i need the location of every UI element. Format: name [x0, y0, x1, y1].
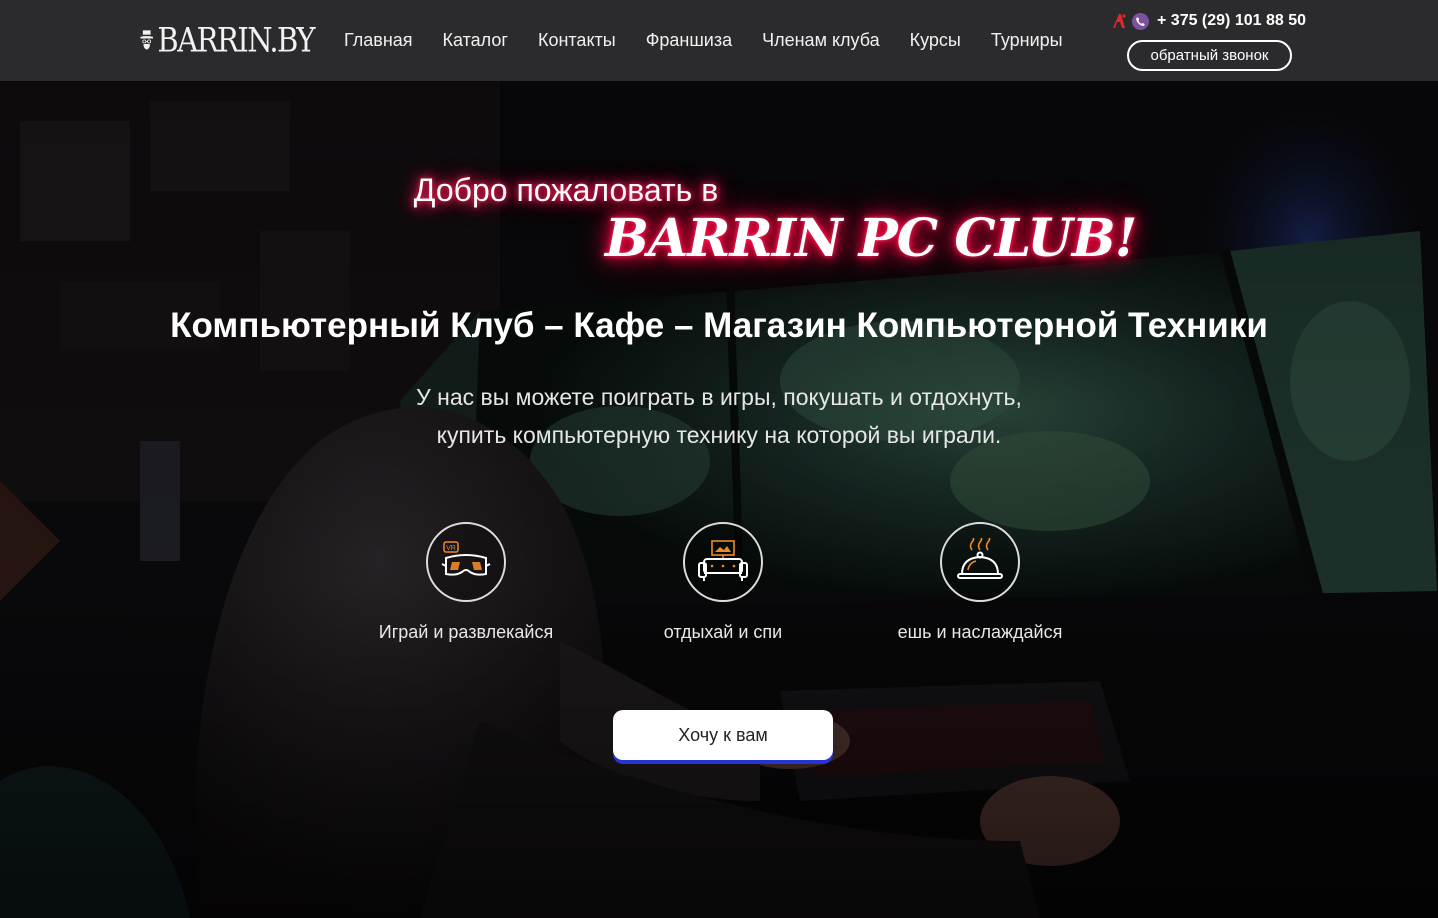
- sofa-icon: [698, 540, 748, 581]
- hero-subtext-line-2: купить компьютерную технику на которой в…: [436, 422, 1002, 448]
- welcome-text: Добро пожаловать в: [0, 172, 1438, 209]
- feature-play: VR Играй и развлекайся: [346, 522, 586, 643]
- welcome-text-label: Добро пожаловать в: [413, 172, 719, 208]
- a1-operator-icon: [1113, 14, 1126, 28]
- nav-item-contacts[interactable]: Контакты: [538, 30, 616, 51]
- nav-item-home[interactable]: Главная: [344, 30, 413, 51]
- features-row: VR Играй и развлекайся отдыхай и спи ешь…: [0, 522, 1438, 642]
- top-hat-logo-icon: [140, 30, 153, 50]
- club-name-neon: BARRIN PC CLUB!: [605, 208, 1138, 269]
- feature-eat-circle: [940, 522, 1020, 602]
- join-us-button[interactable]: Хочу к вам: [613, 710, 833, 760]
- callback-button[interactable]: обратный звонок: [1127, 40, 1292, 71]
- feature-eat-label: ешь и наслаждайся: [897, 622, 1063, 642]
- phone-row: + 375 (29) 101 88 50: [1112, 10, 1312, 32]
- nav-item-franchise[interactable]: Франшиза: [646, 30, 732, 51]
- hero-subtext: У нас вы можете поиграть в игры, покушат…: [369, 378, 1069, 454]
- nav-item-tournaments[interactable]: Турниры: [991, 30, 1063, 51]
- feature-play-circle: VR: [426, 522, 506, 602]
- hero-headline: Компьютерный Клуб – Кафе – Магазин Компь…: [170, 306, 1268, 345]
- feature-rest-circle: [683, 522, 763, 602]
- phone-number-link[interactable]: + 375 (29) 101 88 50: [1157, 12, 1306, 30]
- svg-text:VR: VR: [446, 545, 456, 552]
- header-contacts: + 375 (29) 101 88 50 обратный звонок: [1112, 10, 1312, 72]
- logo-text: BARRIN.BY: [157, 20, 315, 60]
- feature-play-label: Играй и развлекайся: [378, 622, 554, 642]
- hero-subtext-line-1: У нас вы можете поиграть в игры, покушат…: [416, 384, 1022, 410]
- feature-eat: ешь и наслаждайся: [860, 522, 1100, 643]
- feature-rest-label: отдыхай и спи: [663, 622, 783, 642]
- nav-item-club-members[interactable]: Членам клуба: [762, 30, 880, 51]
- feature-rest: отдыхай и спи: [603, 522, 843, 643]
- logo[interactable]: BARRIN.BY: [139, 17, 315, 63]
- nav-item-catalog[interactable]: Каталог: [443, 30, 508, 51]
- vr-headset-icon: VR: [441, 541, 491, 576]
- nav-item-courses[interactable]: Курсы: [910, 30, 961, 51]
- viber-icon[interactable]: [1132, 12, 1149, 30]
- cloche-icon: [957, 538, 1003, 579]
- main-nav: Главная Каталог Контакты Франшиза Членам…: [329, 28, 1078, 52]
- site-header: BARRIN.BY Главная Каталог Контакты Франш…: [0, 0, 1438, 81]
